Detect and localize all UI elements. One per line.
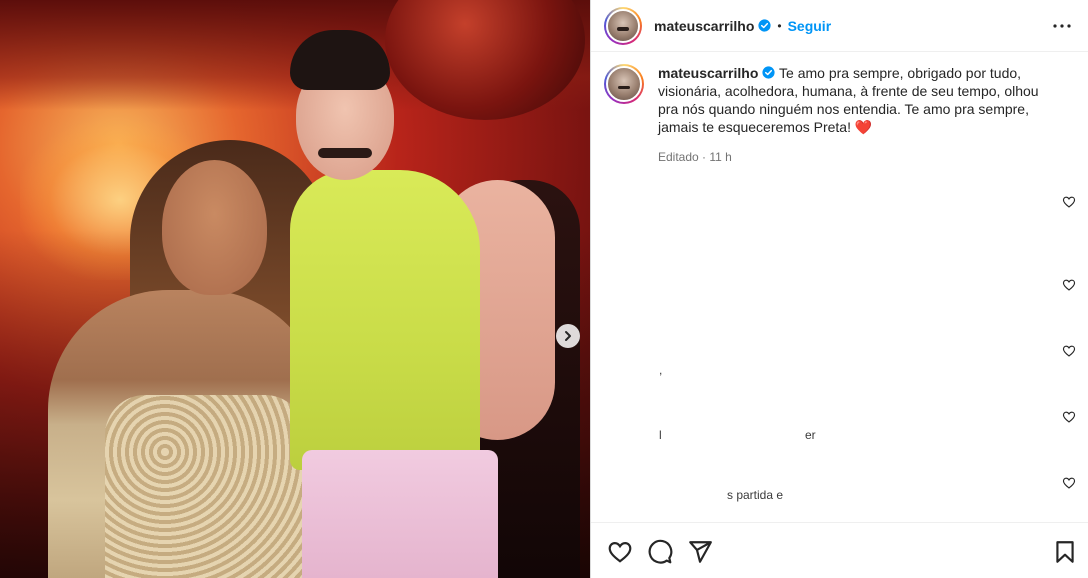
post-actions-bar xyxy=(591,522,1088,578)
comment-fragment: , xyxy=(659,363,663,377)
verified-badge-icon xyxy=(762,66,775,79)
paper-plane-icon[interactable] xyxy=(687,539,713,565)
woman-face xyxy=(162,160,267,295)
chevron-right-icon xyxy=(565,331,571,341)
post-caption: mateuscarrilho Te amo pra sempre, obriga… xyxy=(604,64,1074,166)
meta-separator: · xyxy=(702,150,707,164)
post-header: mateuscarrilho • Seguir xyxy=(591,0,1088,52)
post-photo[interactable] xyxy=(0,0,590,578)
more-horizontal-icon xyxy=(1053,24,1071,28)
follow-button[interactable]: Seguir xyxy=(788,18,832,34)
verified-badge-icon xyxy=(758,19,771,32)
separator-dot: • xyxy=(777,18,782,33)
heart-icon[interactable] xyxy=(1062,410,1076,424)
heart-icon[interactable] xyxy=(607,539,633,565)
man-top xyxy=(290,170,480,470)
heart-icon[interactable] xyxy=(1062,278,1076,292)
comment-bubble-icon[interactable] xyxy=(647,539,673,565)
post-details-panel: mateuscarrilho • Seguir mateuscarrilho T… xyxy=(591,0,1088,578)
caption-username[interactable]: mateuscarrilho xyxy=(658,65,758,81)
comment-fragment: s partida e xyxy=(727,488,784,502)
woman-dress xyxy=(105,395,305,578)
more-options-button[interactable] xyxy=(1050,14,1074,38)
caption-avatar[interactable] xyxy=(604,64,644,104)
heart-icon[interactable] xyxy=(1062,344,1076,358)
caption-body: mateuscarrilho Te amo pra sempre, obriga… xyxy=(658,64,1058,166)
time-ago[interactable]: 11 h xyxy=(709,150,731,164)
man-pants xyxy=(302,450,498,578)
post-meta: Editado · 11 h xyxy=(658,148,1058,166)
comment-fragment: er xyxy=(805,428,816,442)
heart-icon[interactable] xyxy=(1062,476,1076,490)
edited-label: Editado xyxy=(658,150,699,164)
next-photo-button[interactable] xyxy=(556,324,580,348)
bookmark-icon[interactable] xyxy=(1052,539,1078,565)
comments-list: , l er s partida e xyxy=(591,185,1088,520)
heart-icon[interactable] xyxy=(1062,195,1076,209)
avatar[interactable] xyxy=(604,6,642,45)
man-mustache xyxy=(318,148,372,158)
username-link[interactable]: mateuscarrilho xyxy=(654,18,754,34)
comment-fragment: l xyxy=(659,428,662,442)
